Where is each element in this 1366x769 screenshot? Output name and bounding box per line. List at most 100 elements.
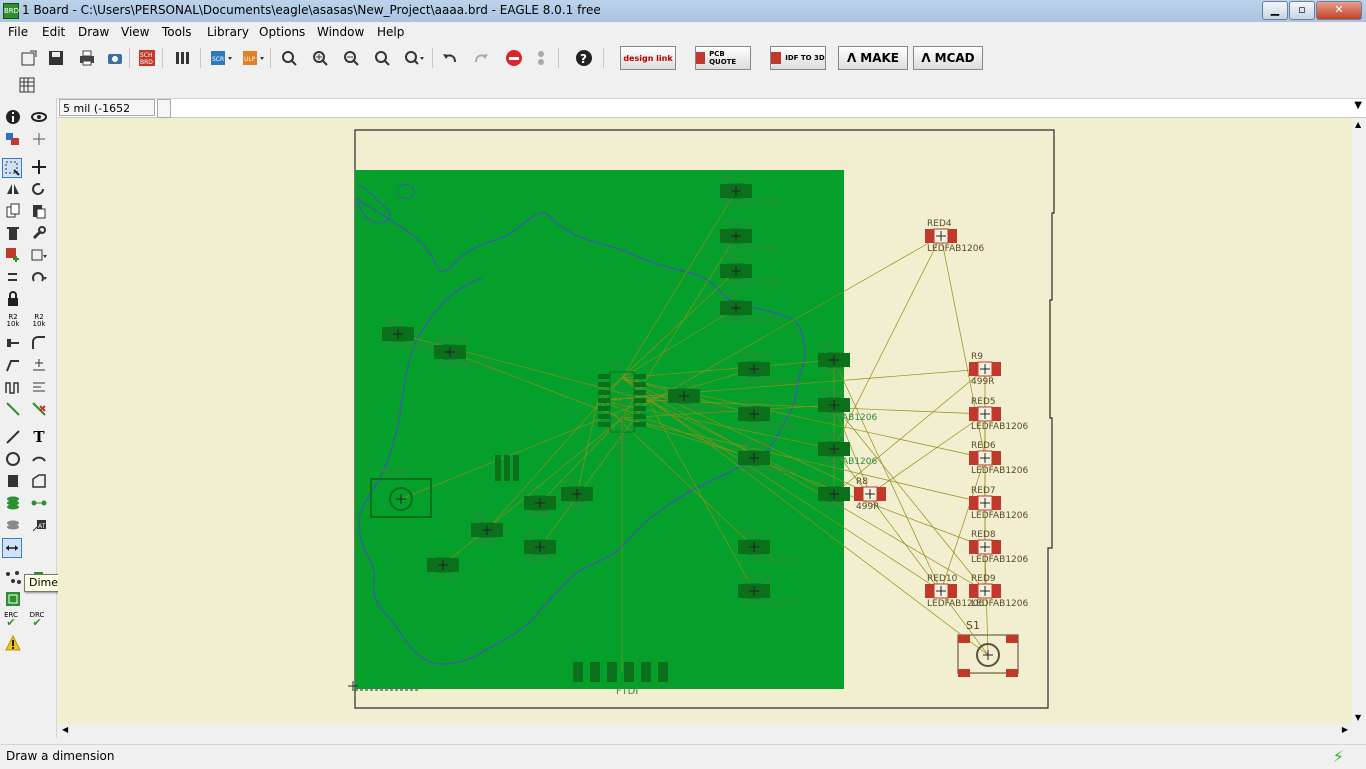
fab-icon[interactable] bbox=[4, 590, 22, 608]
design-link-button[interactable]: design link bbox=[620, 46, 676, 70]
script-icon[interactable]: SCR bbox=[210, 47, 232, 69]
library-icon[interactable] bbox=[172, 47, 194, 69]
component-red8[interactable] bbox=[969, 539, 1001, 555]
zoom-select-icon[interactable] bbox=[403, 47, 425, 69]
component-red14[interactable] bbox=[738, 361, 770, 377]
replace-icon[interactable] bbox=[30, 246, 48, 264]
save-icon[interactable] bbox=[45, 47, 67, 69]
show-icon[interactable] bbox=[30, 108, 48, 126]
layer-display-icon[interactable] bbox=[4, 130, 22, 148]
component-red[interactable] bbox=[720, 300, 752, 316]
change-icon[interactable] bbox=[30, 224, 48, 242]
board-canvas[interactable]: RED11 LEDFAB1206 RED12 LEDFAB1206 RED13 LEDFA… bbox=[58, 118, 1358, 724]
component-red9[interactable] bbox=[969, 583, 1001, 599]
ripup-icon[interactable] bbox=[30, 378, 48, 396]
scroll-up-icon[interactable]: ▲ bbox=[1355, 120, 1361, 129]
component-r5[interactable] bbox=[818, 486, 850, 502]
component-r6[interactable] bbox=[524, 539, 556, 555]
component-r8[interactable] bbox=[854, 486, 886, 502]
menu-view[interactable]: View bbox=[121, 25, 149, 39]
mcad-button[interactable]: Λ MCAD bbox=[913, 46, 983, 70]
component-red13[interactable] bbox=[720, 263, 752, 279]
scroll-down-icon[interactable]: ▼ bbox=[1355, 713, 1361, 722]
make-button[interactable]: Λ MAKE bbox=[838, 46, 908, 70]
pcb-quote-button[interactable]: PCB QUOTE bbox=[695, 46, 751, 70]
print-icon[interactable] bbox=[76, 47, 98, 69]
minimize-button[interactable]: ▁ bbox=[1262, 1, 1288, 20]
vertical-scrollbar[interactable]: ▲ ▼ bbox=[1352, 118, 1366, 724]
grid-icon[interactable] bbox=[16, 74, 38, 96]
erc-icon[interactable]: ERC ✔ bbox=[2, 610, 20, 628]
component-r3[interactable] bbox=[818, 352, 850, 368]
polygon-icon[interactable] bbox=[30, 472, 48, 490]
paste-icon[interactable] bbox=[30, 202, 48, 220]
component-red11[interactable] bbox=[720, 183, 752, 199]
text-icon[interactable]: T bbox=[30, 428, 48, 446]
close-button[interactable]: ✕ bbox=[1316, 1, 1362, 20]
component-r9[interactable] bbox=[969, 361, 1001, 377]
menu-tools[interactable]: Tools bbox=[162, 25, 192, 39]
component-red18[interactable] bbox=[738, 539, 770, 555]
menu-help[interactable]: Help bbox=[377, 25, 404, 39]
component-red7[interactable] bbox=[969, 495, 1001, 511]
swap-icon[interactable] bbox=[4, 268, 22, 286]
ripup-route-icon[interactable] bbox=[30, 400, 48, 418]
component-c1[interactable] bbox=[427, 557, 459, 573]
command-history-dropdown-icon[interactable]: ▼ bbox=[1354, 100, 1362, 111]
drc-icon[interactable]: DRC ✔ bbox=[28, 610, 46, 628]
hole-icon[interactable] bbox=[4, 516, 22, 534]
value-icon[interactable]: R2 10k bbox=[30, 312, 48, 330]
component-red10[interactable] bbox=[925, 583, 957, 599]
undo-icon[interactable] bbox=[439, 47, 461, 69]
menu-options[interactable]: Options bbox=[259, 25, 305, 39]
delete-icon[interactable] bbox=[4, 224, 22, 242]
component-r2[interactable] bbox=[471, 522, 503, 538]
horizontal-scrollbar[interactable]: ◀ ▶ bbox=[58, 724, 1366, 738]
dimension-icon[interactable] bbox=[2, 538, 22, 558]
open-icon[interactable] bbox=[18, 47, 40, 69]
add-icon[interactable] bbox=[4, 246, 22, 264]
signal-icon[interactable] bbox=[30, 494, 48, 512]
component-r1[interactable] bbox=[524, 495, 556, 511]
zoom-in-icon[interactable] bbox=[309, 47, 331, 69]
circle-icon[interactable] bbox=[4, 450, 22, 468]
menu-draw[interactable]: Draw bbox=[78, 25, 109, 39]
route-icon[interactable] bbox=[4, 400, 22, 418]
component-green[interactable] bbox=[434, 344, 466, 360]
meander-icon[interactable] bbox=[4, 378, 22, 396]
component-r4[interactable] bbox=[561, 486, 593, 502]
optimize-icon[interactable] bbox=[30, 356, 48, 374]
menu-edit[interactable]: Edit bbox=[42, 25, 65, 39]
name-icon[interactable]: R2 10k bbox=[4, 312, 22, 330]
coordinate-toggle-button[interactable] bbox=[157, 99, 171, 118]
component-red16[interactable] bbox=[738, 450, 770, 466]
arc-icon[interactable] bbox=[30, 450, 48, 468]
ratsnest-icon[interactable] bbox=[4, 568, 22, 586]
menu-library[interactable]: Library bbox=[207, 25, 249, 39]
component-red12[interactable] bbox=[720, 228, 752, 244]
ulp-icon[interactable]: ULP bbox=[242, 47, 264, 69]
warning-icon[interactable] bbox=[4, 634, 22, 652]
zoom-fit-icon[interactable] bbox=[278, 47, 300, 69]
zoom-redraw-icon[interactable] bbox=[371, 47, 393, 69]
redo-icon[interactable] bbox=[470, 47, 492, 69]
attribute-icon[interactable]: AT bbox=[30, 516, 48, 534]
stop-icon[interactable] bbox=[503, 47, 525, 69]
board-drawing[interactable]: RED11LEDFAB1206RED12LEDFAB1206RED13LEDFA… bbox=[58, 118, 1358, 724]
move-icon[interactable] bbox=[30, 158, 48, 176]
split-icon[interactable] bbox=[4, 356, 22, 374]
copy-icon[interactable] bbox=[4, 202, 22, 220]
command-line[interactable]: 5 mil (-1652 580) ▼ bbox=[58, 99, 1366, 132]
component-red[interactable] bbox=[382, 326, 414, 342]
mark-icon[interactable] bbox=[30, 130, 48, 148]
scroll-right-icon[interactable]: ▶ bbox=[1342, 725, 1348, 734]
rect-icon[interactable] bbox=[4, 472, 22, 490]
component-red6[interactable] bbox=[969, 450, 1001, 466]
lock-icon[interactable] bbox=[4, 290, 22, 308]
component-red0[interactable] bbox=[818, 441, 850, 457]
component-red5[interactable] bbox=[969, 406, 1001, 422]
menu-file[interactable]: File bbox=[8, 25, 28, 39]
component-red15[interactable] bbox=[738, 406, 770, 422]
component-red1[interactable] bbox=[668, 388, 700, 404]
group-select-icon[interactable] bbox=[2, 158, 22, 178]
